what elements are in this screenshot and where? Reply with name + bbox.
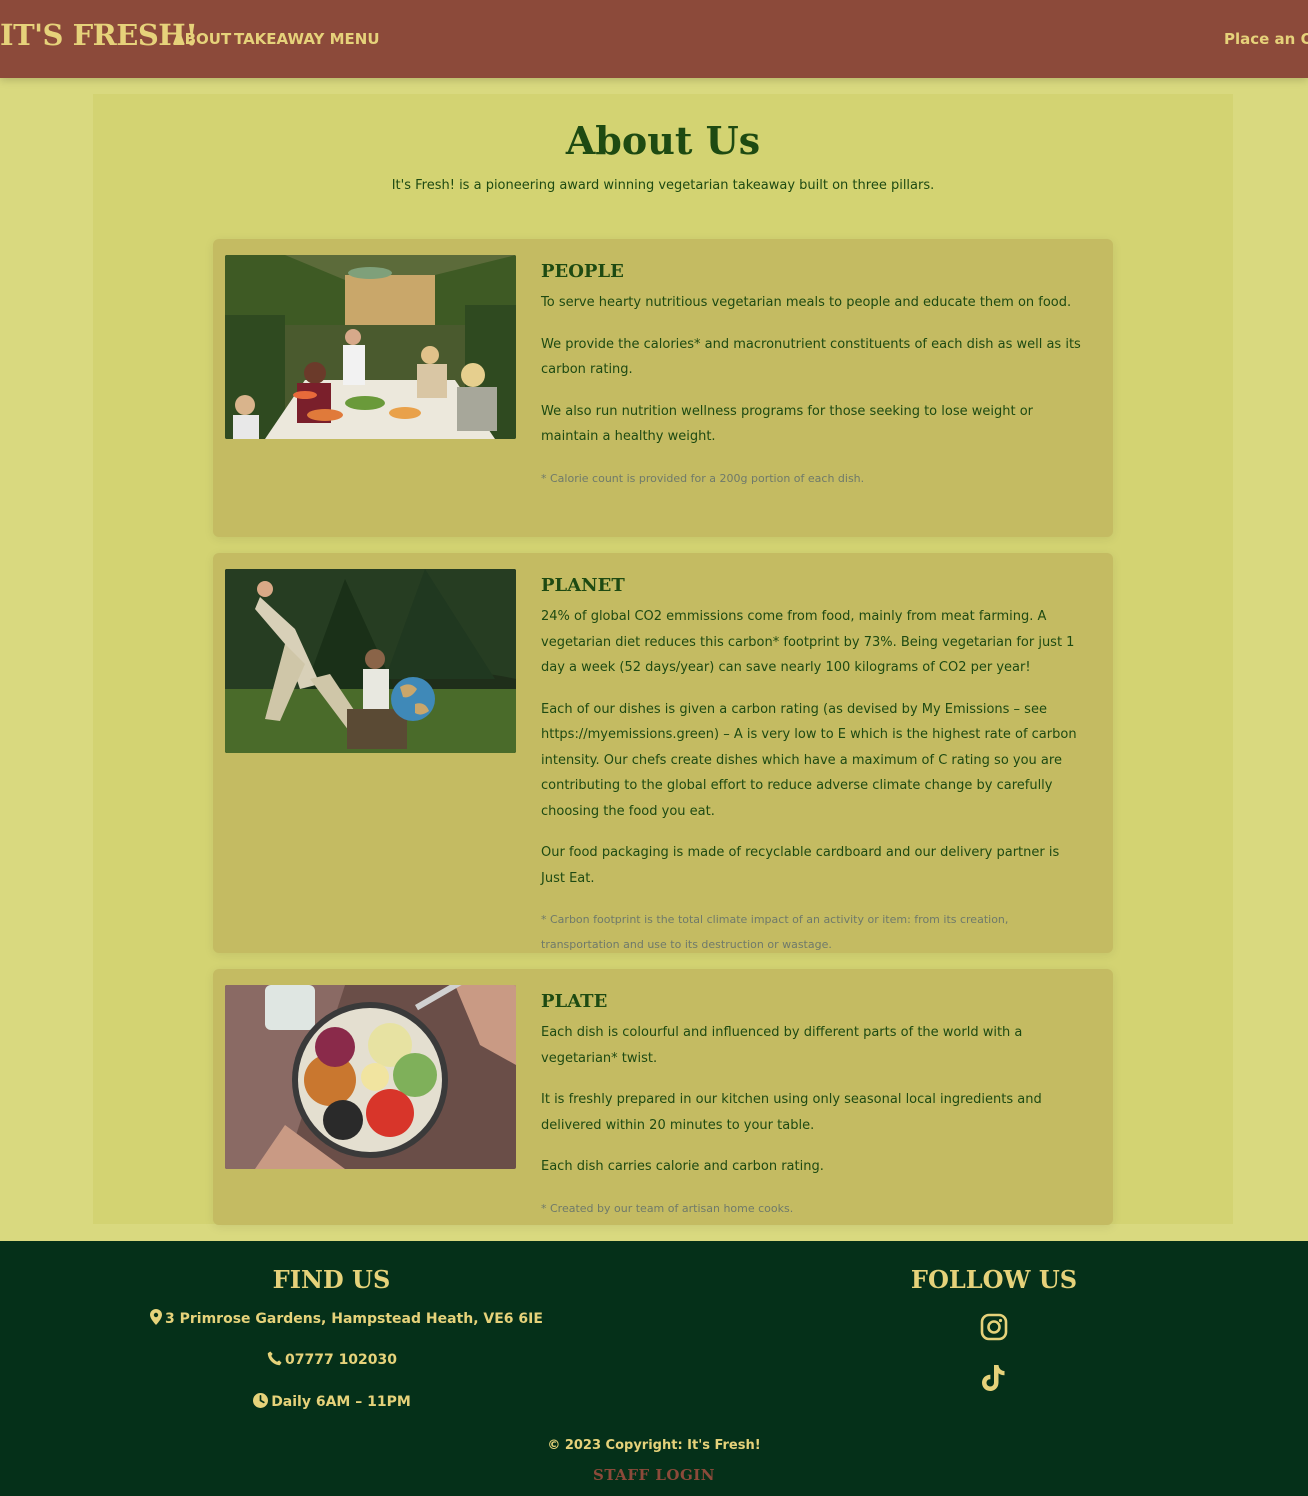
- people-dining-image: [225, 255, 516, 439]
- page-title: About Us: [565, 118, 761, 163]
- card-paragraph: We also run nutrition wellness programs …: [541, 403, 1033, 445]
- address-text: 3 Primrose Gardens, Hampstead Heath, VE6…: [165, 1311, 543, 1327]
- navbar: IT'S FRESH! ABOUT TAKEAWAY MENU Place an…: [0, 0, 1308, 78]
- address-line: 3 Primrose Gardens, Hampstead Heath, VE6…: [150, 1309, 543, 1327]
- card-planet: PLANET 24% of global CO2 emmissions come…: [213, 553, 1113, 953]
- card-title-people: PEOPLE: [541, 261, 624, 282]
- phone-text[interactable]: 07777 102030: [285, 1352, 397, 1368]
- instagram-icon[interactable]: [980, 1313, 1008, 1341]
- map-pin-icon: [150, 1309, 162, 1325]
- nav-link-takeaway-menu[interactable]: TAKEAWAY MENU: [234, 30, 380, 48]
- page-intro: It's Fresh! is a pioneering award winnin…: [391, 178, 935, 193]
- place-order-link[interactable]: Place an Orde: [1224, 30, 1308, 48]
- people-content: PEOPLE To serve hearty nutritious vegeta…: [541, 261, 1086, 491]
- card-paragraph: It is freshly prepared in our kitchen us…: [541, 1092, 1042, 1133]
- card-title-plate: PLATE: [541, 991, 608, 1012]
- card-footnote: * Created by our team of artisan home co…: [541, 1201, 794, 1215]
- card-footnote: * Carbon footprint is the total climate …: [541, 913, 1009, 951]
- hours-text: Daily 6AM – 11PM: [271, 1394, 411, 1410]
- planet-globe-image: [225, 569, 516, 753]
- card-paragraph: Each of our dishes is given a carbon rat…: [541, 701, 1077, 819]
- planet-content: PLANET 24% of global CO2 emmissions come…: [541, 575, 1086, 957]
- tiktok-icon[interactable]: [980, 1363, 1008, 1391]
- card-paragraph: To serve hearty nutritious vegetarian me…: [541, 295, 1072, 310]
- plate-bowl-image: [225, 985, 516, 1169]
- find-us-title: FIND US: [272, 1265, 391, 1294]
- plate-content: PLATE Each dish is colourful and influen…: [541, 991, 1086, 1221]
- follow-us-title: FOLLOW US: [910, 1265, 1078, 1294]
- footer: FIND US 3 Primrose Gardens, Hampstead He…: [0, 1241, 1308, 1496]
- card-footnote: * Calorie count is provided for a 200g p…: [541, 471, 865, 485]
- card-title-planet: PLANET: [541, 575, 625, 596]
- phone-line: 07777 102030: [150, 1351, 514, 1368]
- card-paragraph: 24% of global CO2 emmissions come from f…: [541, 609, 1075, 675]
- card-paragraph: Each dish carries calorie and carbon rat…: [541, 1159, 824, 1174]
- card-people: PEOPLE To serve hearty nutritious vegeta…: [213, 239, 1113, 537]
- clock-icon: [253, 1393, 269, 1408]
- about-section: About Us It's Fresh! is a pioneering awa…: [93, 94, 1233, 1225]
- staff-login-link[interactable]: STAFF LOGIN: [0, 1466, 1308, 1484]
- card-paragraph: Each dish is colourful and influenced by…: [541, 1025, 1023, 1066]
- card-paragraph: Our food packaging is made of recyclable…: [541, 845, 1060, 886]
- hours-line: Daily 6AM – 11PM: [150, 1393, 514, 1410]
- copyright-text: © 2023 Copyright: It's Fresh!: [547, 1438, 761, 1453]
- card-paragraph: We provide the calories* and macronutrie…: [541, 336, 1081, 378]
- card-plate: PLATE Each dish is colourful and influen…: [213, 969, 1113, 1225]
- nav-link-about[interactable]: ABOUT: [173, 30, 231, 48]
- brand-logo[interactable]: IT'S FRESH!: [0, 18, 198, 52]
- phone-icon: [267, 1351, 282, 1366]
